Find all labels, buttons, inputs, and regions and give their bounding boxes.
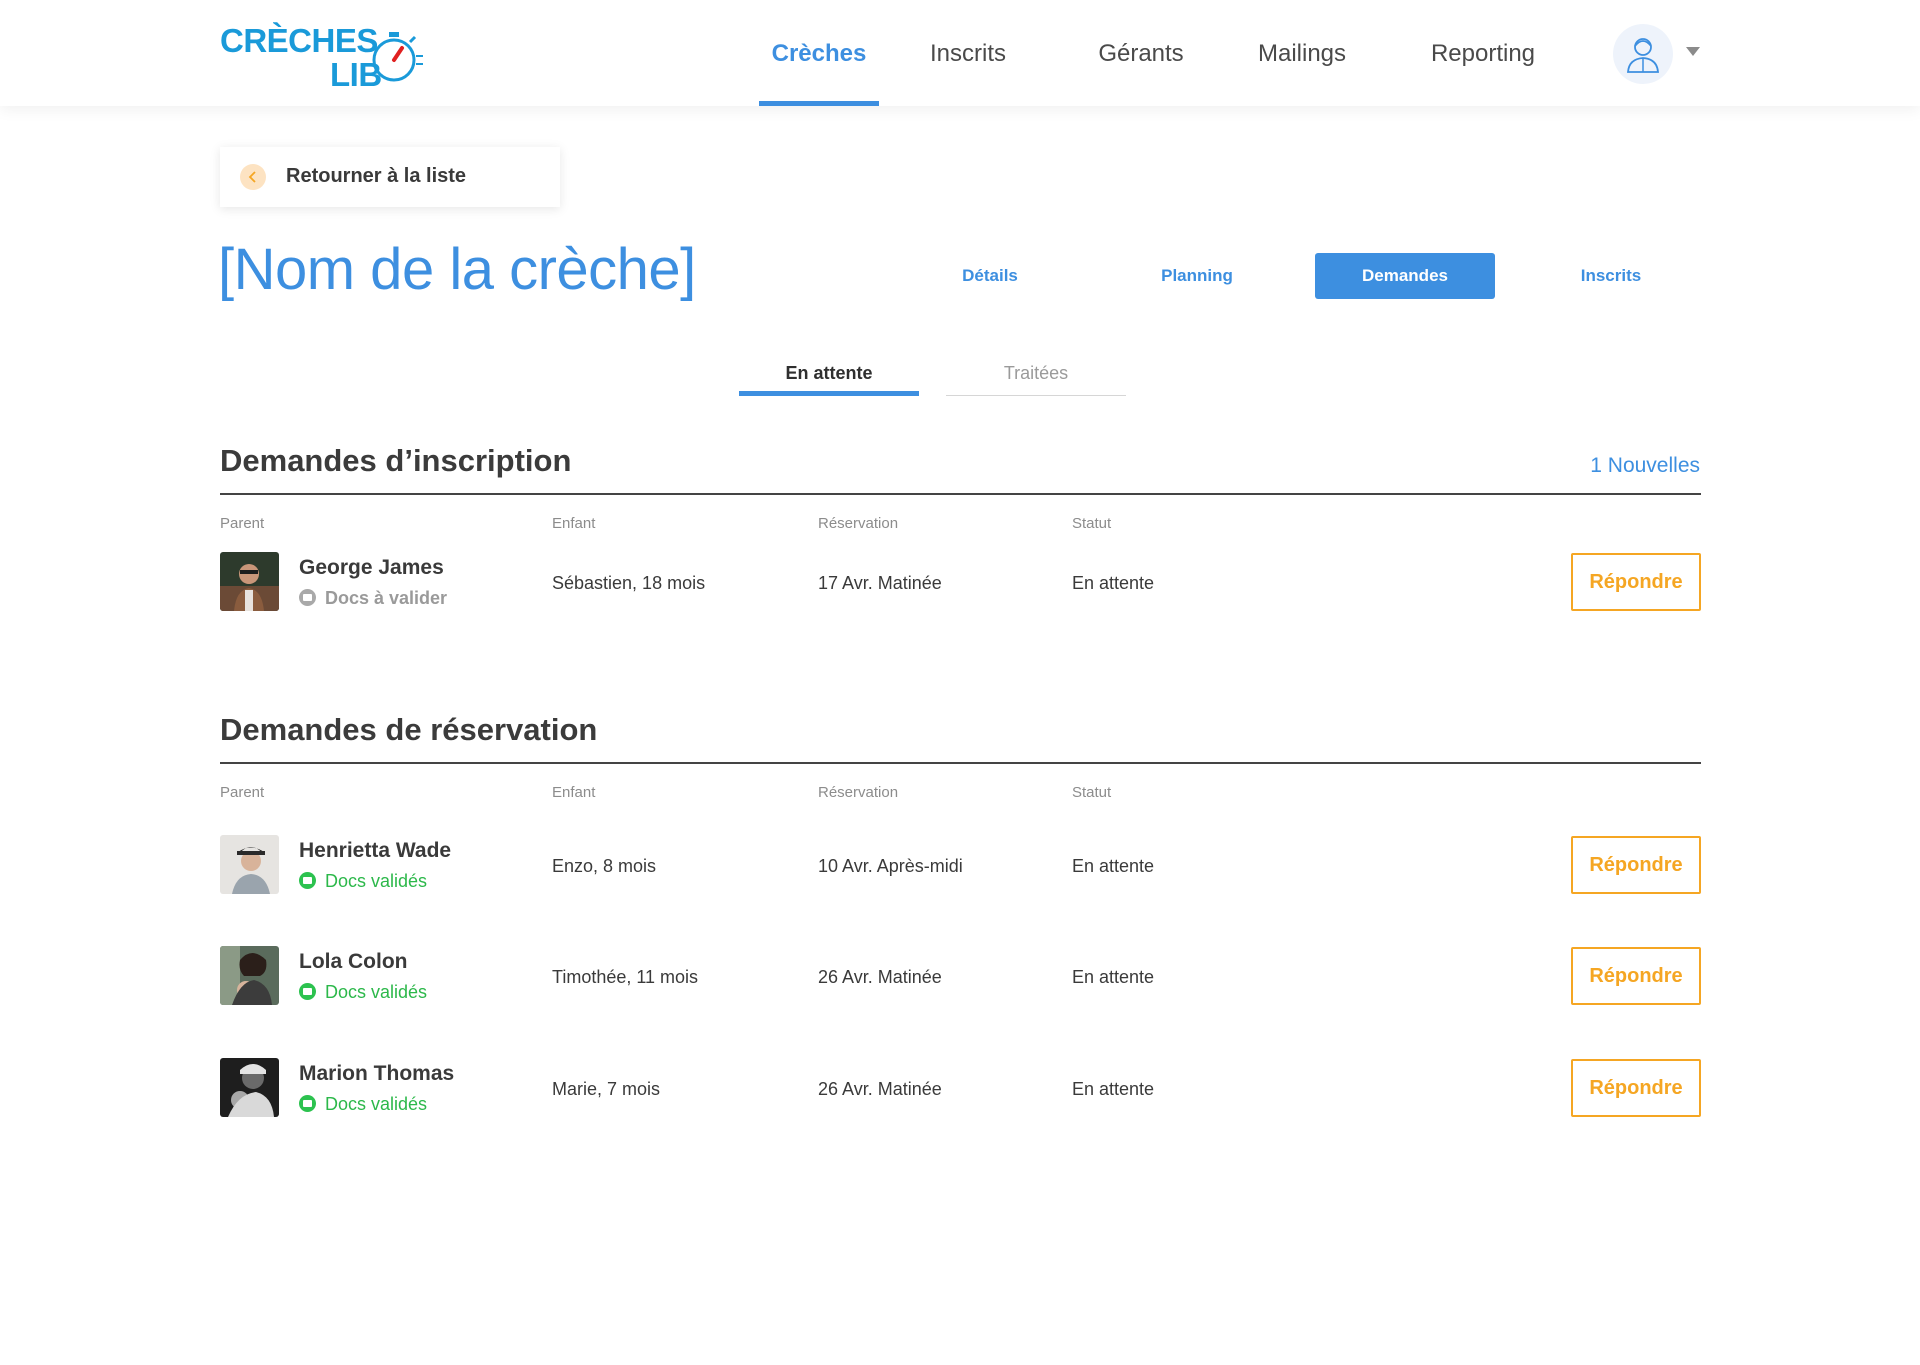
section-title-reservations: Demandes de réservation: [220, 712, 598, 747]
tab-demandes[interactable]: Demandes: [1315, 253, 1495, 299]
creches-lib-logo[interactable]: CRÈCHES LIB: [220, 20, 423, 91]
folder-icon: [299, 1095, 316, 1112]
chevron-left-icon: [240, 164, 266, 190]
subtab-en-attente[interactable]: En attente: [739, 358, 919, 396]
status-cell: En attente: [1072, 1079, 1155, 1099]
table-row: George James Docs à valider Sébastien, 1…: [220, 552, 1701, 612]
new-requests-count[interactable]: 1 Nouvelles: [1590, 454, 1700, 478]
reply-button[interactable]: Répondre: [1571, 836, 1701, 894]
parent-photo: [220, 1058, 279, 1117]
docs-status: Docs validés: [299, 871, 427, 892]
column-header-reservation: Réservation: [818, 784, 899, 801]
nav-item-gerants[interactable]: Gérants: [1091, 0, 1191, 106]
column-header-parent: Parent: [220, 784, 265, 801]
folder-icon: [299, 872, 316, 889]
child-cell: Timothée, 11 mois: [552, 967, 699, 987]
reservation-cell: 10 Avr. Après-midi: [818, 856, 963, 876]
nav-item-mailings[interactable]: Mailings: [1248, 0, 1356, 106]
parent-name[interactable]: Marion Thomas: [299, 1062, 454, 1086]
reply-button[interactable]: Répondre: [1571, 553, 1701, 611]
column-header-reservation: Réservation: [818, 515, 899, 532]
status-cell: En attente: [1072, 573, 1155, 593]
child-cell: Marie, 7 mois: [552, 1079, 661, 1099]
section-title-inscriptions: Demandes d’inscription: [220, 443, 572, 478]
parent-name[interactable]: George James: [299, 556, 444, 580]
column-header-child: Enfant: [552, 784, 596, 801]
nav-item-creches[interactable]: Crèches: [759, 0, 879, 106]
folder-icon: [299, 589, 316, 606]
column-header-status: Statut: [1072, 784, 1112, 801]
subtab-traitees[interactable]: Traitées: [946, 358, 1126, 396]
reply-button[interactable]: Répondre: [1571, 947, 1701, 1005]
reservation-cell: 26 Avr. Matinée: [818, 1079, 942, 1099]
parent-photo: [220, 835, 279, 894]
nav-item-reporting[interactable]: Reporting: [1423, 0, 1543, 106]
tab-planning[interactable]: Planning: [1107, 253, 1287, 299]
back-to-list-label: Retourner à la liste: [286, 165, 467, 187]
caret-down-icon[interactable]: [1686, 47, 1700, 56]
reservation-cell: 26 Avr. Matinée: [818, 967, 942, 987]
parent-photo: [220, 946, 279, 1005]
table-row: Lola Colon Docs validés Timothée, 11 moi…: [220, 946, 1701, 1006]
user-avatar-icon: [1627, 38, 1659, 73]
top-navigation-bar: CRÈCHES LIB Crèches Inscrits Gérants Mai…: [0, 0, 1920, 106]
child-cell: Sébastien, 18 mois: [552, 573, 706, 593]
docs-status-label: Docs validés: [325, 1094, 428, 1114]
status-cell: En attente: [1072, 856, 1155, 876]
section-divider: [220, 493, 1701, 495]
docs-status-label: Docs validés: [325, 871, 428, 891]
back-to-list-button[interactable]: Retourner à la liste: [220, 147, 560, 207]
page-title: [Nom de la crèche]: [218, 237, 696, 302]
docs-status: Docs validés: [299, 982, 427, 1003]
stopwatch-icon: [372, 32, 423, 82]
section-divider: [220, 762, 1701, 764]
column-header-status: Statut: [1072, 515, 1112, 532]
user-avatar-button[interactable]: [1613, 24, 1673, 84]
docs-status-label: Docs à valider: [325, 588, 448, 608]
status-cell: En attente: [1072, 967, 1155, 987]
reply-button[interactable]: Répondre: [1571, 1059, 1701, 1117]
column-header-child: Enfant: [552, 515, 596, 532]
folder-icon: [299, 983, 316, 1000]
docs-status: Docs validés: [299, 1094, 427, 1115]
table-row: Marion Thomas Docs validés Marie, 7 mois…: [220, 1058, 1701, 1118]
logo-text-line1: CRÈCHES: [220, 22, 378, 59]
parent-name[interactable]: Henrietta Wade: [299, 839, 451, 863]
tab-details[interactable]: Détails: [900, 253, 1080, 299]
parent-name[interactable]: Lola Colon: [299, 950, 408, 974]
reservation-cell: 17 Avr. Matinée: [818, 573, 942, 593]
docs-status-label: Docs validés: [325, 982, 428, 1002]
parent-photo: [220, 552, 279, 611]
tab-inscrits[interactable]: Inscrits: [1521, 253, 1701, 299]
docs-status: Docs à valider: [299, 588, 447, 609]
child-cell: Enzo, 8 mois: [552, 856, 657, 876]
nav-item-inscrits[interactable]: Inscrits: [913, 0, 1023, 106]
table-row: Henrietta Wade Docs validés Enzo, 8 mois…: [220, 835, 1701, 895]
column-header-parent: Parent: [220, 515, 265, 532]
